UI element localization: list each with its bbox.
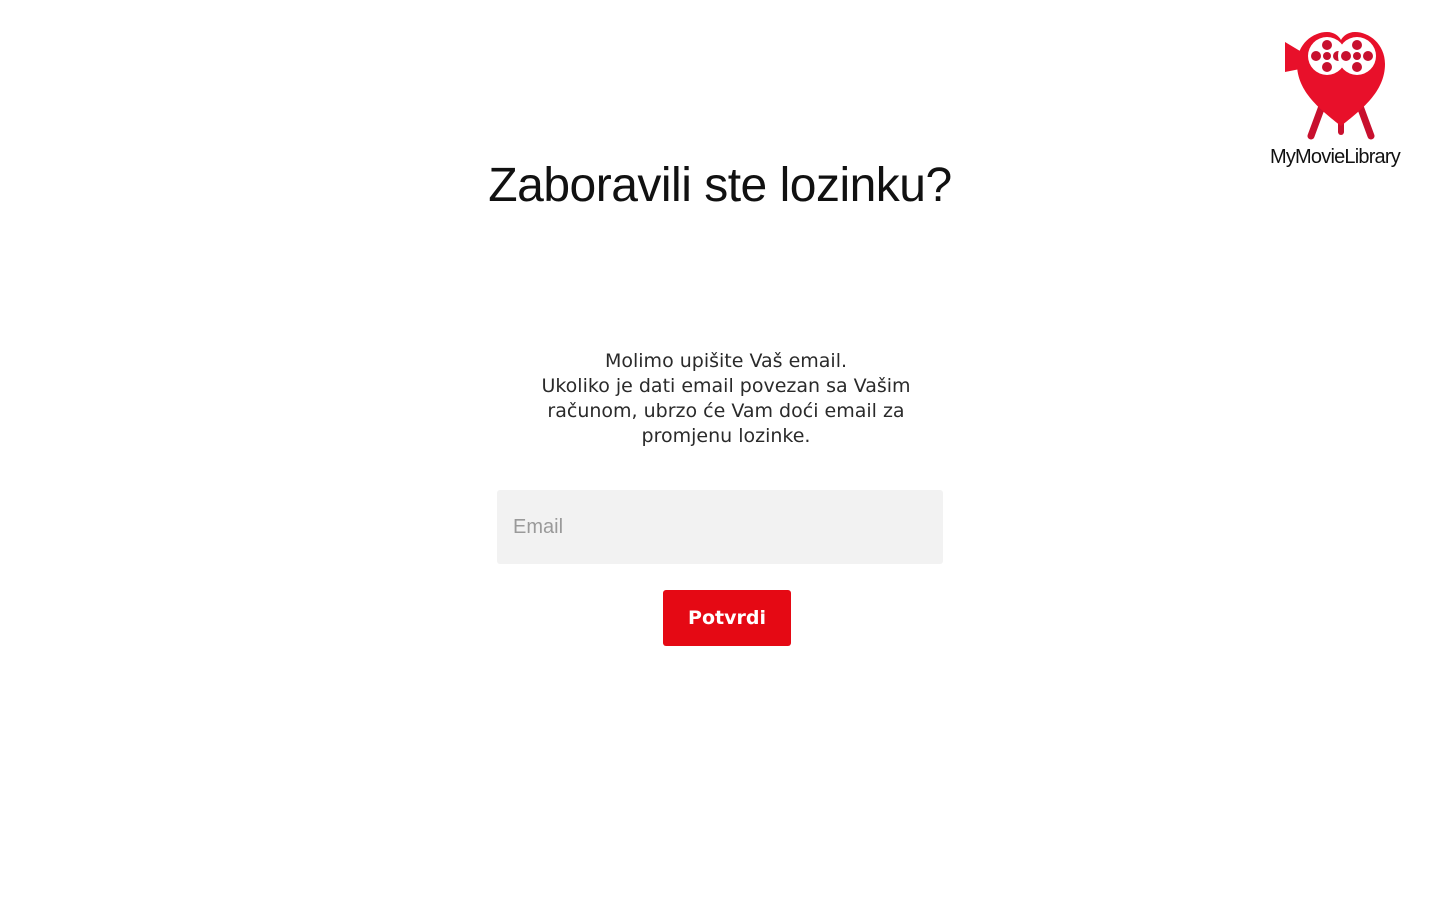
email-input[interactable] [497, 490, 943, 564]
instructions-line: Ukoliko je dati email povezan sa Vašim r… [541, 375, 911, 447]
submit-button[interactable]: Potvrdi [663, 590, 791, 646]
heart-film-reel-camera-icon [1285, 32, 1385, 140]
forgot-password-page: MyMovieLibrary Zaboravili ste lozinku? M… [0, 0, 1440, 900]
page-title: Zaboravili ste lozinku? [488, 159, 952, 212]
instructions-text: Molimo upišite Vaš email. Ukoliko je dat… [526, 349, 926, 449]
brand-logo[interactable]: MyMovieLibrary [1266, 28, 1416, 169]
instructions-line: Molimo upišite Vaš email. [604, 350, 848, 372]
